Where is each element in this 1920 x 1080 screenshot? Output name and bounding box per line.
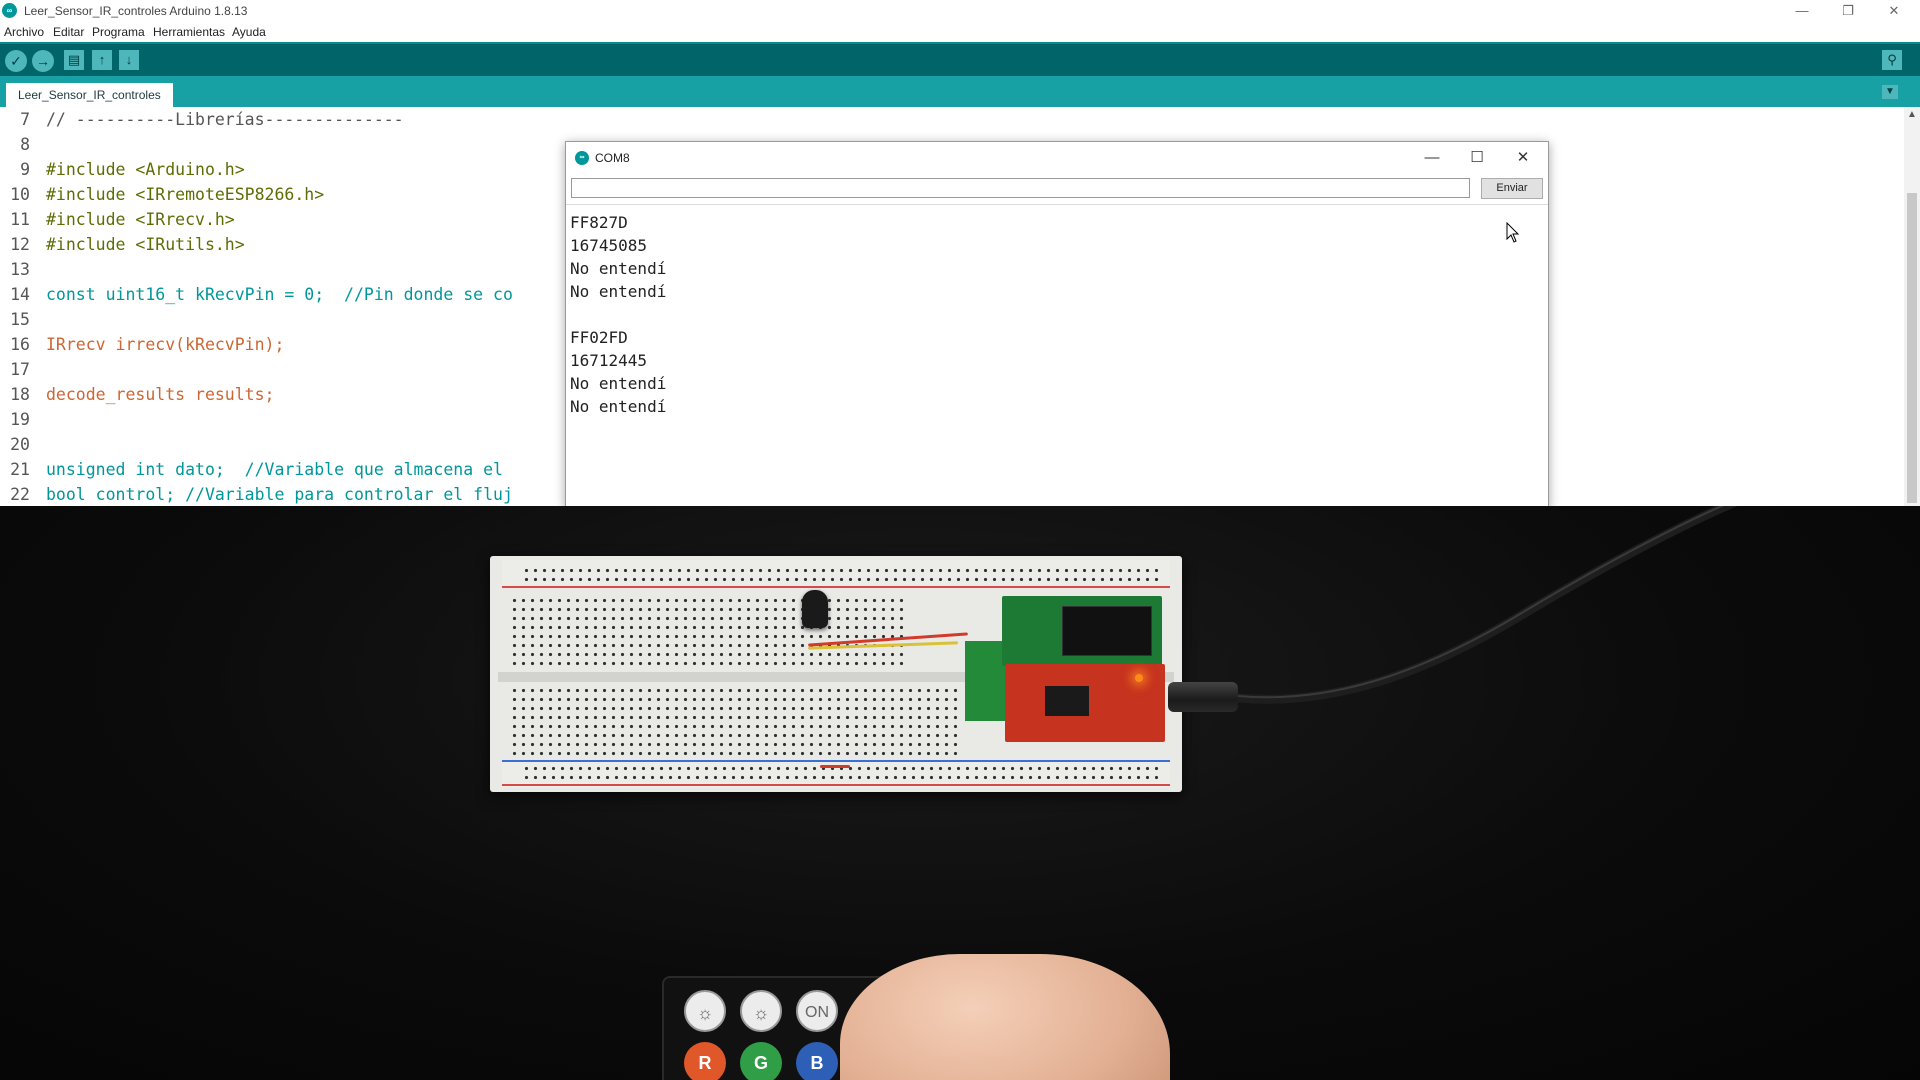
editor-scrollbar[interactable]: ▲ <box>1904 107 1920 506</box>
line-number: 22 <box>10 485 30 504</box>
line-number: 10 <box>10 185 30 204</box>
breadboard <box>490 556 1182 792</box>
open-icon[interactable]: ↑ <box>92 50 112 70</box>
line-number: 21 <box>10 460 30 479</box>
usb-plug <box>1168 682 1238 712</box>
serial-output-line: No entendí <box>570 259 667 278</box>
code-line: 7 // ----------Librerías-------------- <box>0 107 1900 132</box>
minimize-icon[interactable]: — <box>1421 147 1443 169</box>
serial-output-line: 16745085 <box>570 236 648 255</box>
verify-icon[interactable]: ✓ <box>5 50 27 72</box>
line-number: 9 <box>20 160 30 179</box>
serial-output-line: No entendí <box>570 282 667 301</box>
close-icon[interactable]: ✕ <box>1885 2 1903 20</box>
new-icon[interactable]: ▤ <box>64 50 84 70</box>
serial-output-line: No entendí <box>570 397 667 416</box>
menu-archivo[interactable]: Archivo <box>4 25 44 39</box>
tab-menu-chevron-icon[interactable]: ▼ <box>1882 85 1898 99</box>
remote-on-button: ON <box>796 990 838 1032</box>
code-text: unsigned int dato; //Variable que almace… <box>46 460 503 479</box>
minimize-icon[interactable]: — <box>1793 2 1811 20</box>
code-text: decode_results results; <box>46 385 275 404</box>
title-bar: ∞ Leer_Sensor_IR_controles Arduino 1.8.1… <box>0 0 1920 22</box>
esp8266-chip <box>1062 606 1152 656</box>
close-icon[interactable]: ✕ <box>1512 147 1534 169</box>
tab-bar: Leer_Sensor_IR_controles ▼ <box>0 76 1920 107</box>
power-led <box>1135 674 1143 682</box>
mouse-cursor-icon <box>1506 222 1520 243</box>
scroll-up-icon[interactable]: ▲ <box>1907 109 1917 120</box>
code-text: #include <IRremoteESP8266.h> <box>46 185 325 204</box>
serial-output-line: FF02FD <box>570 328 628 347</box>
arduino-logo-icon: ∞ <box>2 3 17 18</box>
esp8266-board <box>1002 596 1162 666</box>
maximize-icon[interactable]: ☐ <box>1466 147 1488 169</box>
serial-monitor-icon[interactable]: ⚲ <box>1882 50 1902 70</box>
line-number: 18 <box>10 385 30 404</box>
ir-receiver-sensor <box>802 590 828 628</box>
line-number: 17 <box>10 360 30 379</box>
ftdi-usb-serial-board <box>1005 664 1165 742</box>
code-text: #include <IRutils.h> <box>46 235 245 254</box>
toolbar: ✓ → ▤ ↑ ↓ ⚲ <box>0 42 1920 78</box>
remote-blue-button: B <box>796 1042 838 1080</box>
rail-red-line <box>502 784 1170 786</box>
line-number: 7 <box>20 110 30 129</box>
serial-output-area[interactable]: FF827D 16745085 No entendí No entendí FF… <box>566 204 1548 507</box>
line-number: 14 <box>10 285 30 304</box>
terminal-holes <box>510 686 960 758</box>
line-number: 12 <box>10 235 30 254</box>
save-icon[interactable]: ↓ <box>119 50 139 70</box>
menu-editar[interactable]: Editar <box>53 25 84 39</box>
line-number: 15 <box>10 310 30 329</box>
remote-brightness-up-button: ☼ <box>684 990 726 1032</box>
rail-blue-line <box>502 760 1170 762</box>
scrollbar-thumb[interactable] <box>1907 193 1917 503</box>
menu-herramientas[interactable]: Herramientas <box>153 25 225 39</box>
code-text: IRrecv irrecv(kRecvPin); <box>46 335 285 354</box>
line-number: 20 <box>10 435 30 454</box>
menu-ayuda[interactable]: Ayuda <box>232 25 266 39</box>
serial-monitor-window: ∞ COM8 — ☐ ✕ Enviar FF827D 16745085 No e… <box>565 141 1549 508</box>
code-text: #include <IRrecv.h> <box>46 210 235 229</box>
remote-brightness-down-button: ☼ <box>740 990 782 1032</box>
tab-leer-sensor-ir-controles[interactable]: Leer_Sensor_IR_controles <box>6 83 173 107</box>
power-rail-top <box>502 560 1170 588</box>
terminal-holes <box>510 596 905 668</box>
red-wire <box>820 765 850 768</box>
code-text: const uint16_t kRecvPin = 0; //Pin donde… <box>46 285 513 304</box>
remote-green-button: G <box>740 1042 782 1080</box>
serial-output-line: No entendí <box>570 374 667 393</box>
menu-bar: Archivo Editar Programa Herramientas Ayu… <box>0 22 1920 42</box>
code-text: #include <Arduino.h> <box>46 160 245 179</box>
serial-send-input[interactable] <box>571 178 1470 198</box>
menu-programa[interactable]: Programa <box>92 25 145 39</box>
line-number: 11 <box>10 210 30 229</box>
serial-output-line: FF827D <box>570 213 628 232</box>
code-text: // ----------Librerías-------------- <box>46 110 404 129</box>
upload-icon[interactable]: → <box>32 50 54 72</box>
serial-output-line: 16712445 <box>570 351 648 370</box>
serial-monitor-title-bar: ∞ COM8 — ☐ ✕ <box>566 142 1548 174</box>
restore-icon[interactable]: ❐ <box>1839 2 1857 20</box>
camera-view: ☼ ☼ ON R G B <box>0 506 1920 1080</box>
line-number: 16 <box>10 335 30 354</box>
ftdi-chip <box>1045 686 1089 716</box>
remote-red-button: R <box>684 1042 726 1080</box>
line-number: 13 <box>10 260 30 279</box>
line-number: 19 <box>10 410 30 429</box>
code-text: bool control; //Variable para controlar … <box>46 485 513 504</box>
rail-holes <box>522 566 1162 584</box>
window-title: Leer_Sensor_IR_controles Arduino 1.8.13 <box>24 4 248 18</box>
arduino-logo-icon: ∞ <box>575 151 589 165</box>
rail-red-line <box>502 586 1170 588</box>
send-button[interactable]: Enviar <box>1481 178 1543 199</box>
serial-monitor-title: COM8 <box>595 151 630 165</box>
line-number: 8 <box>20 135 30 154</box>
